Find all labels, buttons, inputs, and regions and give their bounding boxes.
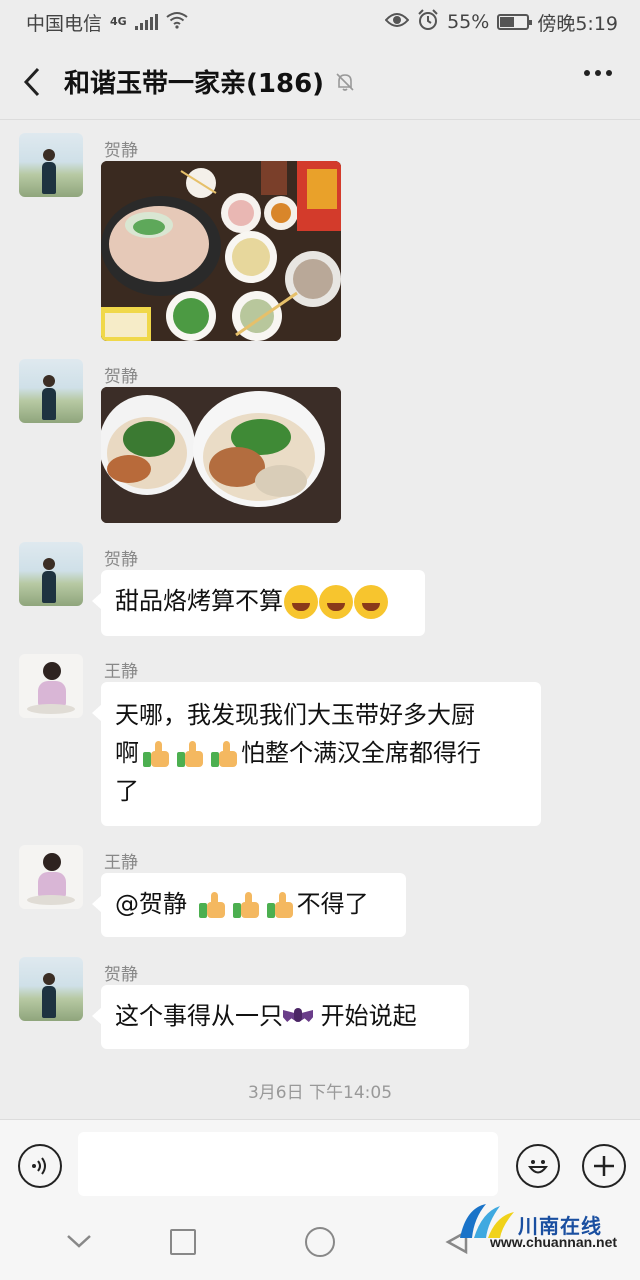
voice-icon <box>32 1157 46 1175</box>
message-text-line: 了 <box>115 777 139 805</box>
avatar[interactable] <box>19 359 83 423</box>
watermark: 川南在线 www.chuannan.net <box>456 1196 632 1256</box>
more-functions-button[interactable] <box>582 1144 626 1188</box>
thumbs-up-icon <box>141 739 171 769</box>
avatar[interactable] <box>19 654 83 718</box>
plus-icon <box>594 1156 614 1176</box>
bat-emoji-icon <box>283 1006 313 1028</box>
message-bubble[interactable]: 这个事得从一只 开始说起 <box>92 985 469 1049</box>
voice-input-button[interactable] <box>18 1144 62 1188</box>
signal-icon <box>134 14 158 30</box>
mute-bell-icon <box>336 72 354 91</box>
alarm-icon <box>417 8 439 36</box>
message-bubble[interactable]: @贺静 不得了 <box>92 873 406 937</box>
more-options-button[interactable] <box>584 70 612 76</box>
avatar[interactable] <box>19 957 83 1021</box>
food-photo-bowls[interactable] <box>101 387 341 523</box>
message-text: 开始说起 <box>313 1002 417 1030</box>
battery-icon <box>497 14 533 30</box>
sender-name: 贺静 <box>104 965 138 985</box>
back-button[interactable] <box>0 66 64 98</box>
battery-percent: 55% <box>447 11 490 33</box>
sender-name: 贺静 <box>104 141 138 161</box>
avatar[interactable] <box>19 845 83 909</box>
thumbs-up-icon <box>197 890 227 920</box>
clock: 傍晚5:19 <box>537 12 618 35</box>
eye-comfort-icon <box>384 11 410 33</box>
back-arrow-icon <box>23 67 40 96</box>
message-input[interactable] <box>78 1132 498 1196</box>
chat-title: 和谐玉带一家亲(186) <box>64 69 325 99</box>
chat-timestamp: 3月6日 下午14:05 <box>247 1083 393 1103</box>
avatar[interactable] <box>19 542 83 606</box>
thumbs-up-icon <box>231 890 261 920</box>
message-bubble[interactable]: 天哪，我发现我们大玉带好多大厨 啊 怕整个满汉全席都得行 了 <box>92 682 541 826</box>
food-photo-hotpot[interactable] <box>101 161 341 341</box>
message-text: 甜品烙烤算不算 <box>115 587 283 615</box>
carrier-label: 中国电信 <box>26 12 103 35</box>
laughing-emoji-icon <box>354 585 388 619</box>
sender-name: 贺静 <box>104 550 138 570</box>
message-text: 啊 <box>115 739 139 767</box>
message-text: 这个事得从一只 <box>115 1002 283 1030</box>
smiley-icon <box>528 1160 548 1174</box>
laughing-emoji-icon <box>319 585 353 619</box>
nav-collapse-icon[interactable] <box>66 1233 92 1249</box>
nav-recents-button[interactable] <box>170 1229 196 1255</box>
avatar[interactable] <box>19 133 83 197</box>
thumbs-up-icon <box>209 739 239 769</box>
chat-header: 和谐玉带一家亲(186) <box>0 44 640 120</box>
thumbs-up-icon <box>265 890 295 920</box>
sender-name: 王静 <box>104 853 138 873</box>
message-bubble[interactable]: 甜品烙烤算不算 <box>92 570 425 636</box>
status-bar: 中国电信 4G 55% 傍晚5:19 <box>0 0 640 44</box>
message-text: 怕整个满汉全席都得行 <box>241 739 481 767</box>
message-text-line: 天哪，我发现我们大玉带好多大厨 <box>115 701 475 729</box>
watermark-url-text: www.chuannan.net <box>490 1234 618 1250</box>
nav-home-button[interactable] <box>305 1227 335 1257</box>
thumbs-up-icon <box>175 739 205 769</box>
mention-text: @贺静 <box>115 890 195 918</box>
emoji-button[interactable] <box>516 1144 560 1188</box>
laughing-emoji-icon <box>284 585 318 619</box>
sender-name: 王静 <box>104 662 138 682</box>
sender-name: 贺静 <box>104 367 138 387</box>
wifi-icon <box>166 11 188 34</box>
network-type-label: 4G <box>110 14 127 28</box>
message-text: 不得了 <box>296 890 369 918</box>
